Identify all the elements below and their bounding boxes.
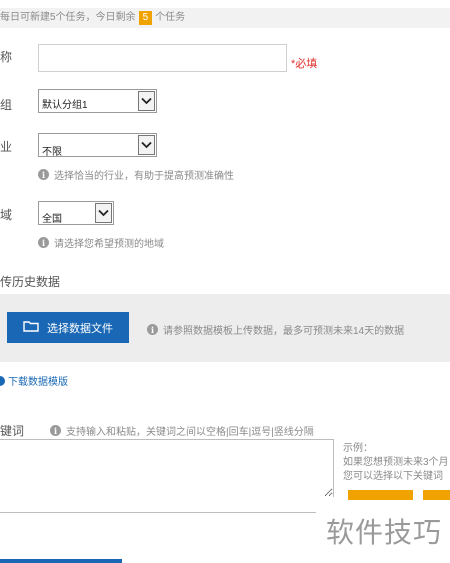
chevron-down-icon[interactable] [95,203,112,223]
region-hint-text: 请选择您希望预测的地域 [54,239,164,250]
task-name-input[interactable] [38,44,287,72]
industry-hint: i 选择恰当的行业，有助于提高预测准确性 [38,167,234,182]
example-panel: 示例： 如果您想预测未来3个月 您可以选择以下关键词 [343,442,449,484]
task-name-label: 称 [0,50,13,64]
choose-data-file-button[interactable]: 选择数据文件 [7,312,129,343]
keywords-label: 键词 [0,424,25,438]
upload-panel: 选择数据文件 i 请参照数据模板上传数据，最多可预测未来14天的数据 [0,294,450,362]
industry-label: 业 [0,140,13,154]
notice-prefix: 每日可新建5个任务，今日剩余 [0,12,136,23]
industry-selected-value: 不限 [42,147,62,158]
choose-data-file-label: 选择数据文件 [47,322,113,335]
info-icon: i [38,237,49,248]
upload-hint: i 请参照数据模板上传数据，最多可预测未来14天的数据 [147,322,404,337]
keywords-hint: i 支持输入和粘贴，关键词之间以空格|回车|逗号|竖线分隔 [50,423,314,438]
region-selected-value: 全国 [42,214,62,225]
watermark: 软件技巧 [318,508,450,554]
keywords-hint-text: 支持输入和粘贴，关键词之间以空格|回车|逗号|竖线分隔 [66,427,314,438]
example-line-1: 如果您想预测未来3个月 [343,457,449,468]
group-select[interactable]: 默认分组1 [38,89,157,113]
submit-button[interactable] [0,559,122,563]
chevron-down-icon[interactable] [138,91,155,111]
folder-icon [23,320,39,335]
upload-section-title: 传历史数据 [0,275,61,289]
notice-suffix: 个任务 [155,12,186,23]
example-line-2: 您可以选择以下关键词 [343,471,443,482]
info-icon: i [50,425,61,436]
example-keyword-chip[interactable] [423,490,450,500]
required-mark: *必填 [291,58,318,70]
bullet-icon [0,375,5,386]
example-keyword-chip[interactable] [348,490,413,500]
info-icon: i [147,324,158,335]
group-selected-value: 默认分组1 [42,100,88,111]
upload-hint-text: 请参照数据模板上传数据，最多可预测未来14天的数据 [163,326,405,337]
remaining-count-badge: 5 [138,11,153,25]
region-hint: i 请选择您希望预测的地域 [38,235,164,250]
chevron-down-icon[interactable] [138,135,155,155]
task-quota-notice: 每日可新建5个任务，今日剩余 5 个任务 [0,8,450,28]
region-label: 域 [0,208,13,222]
download-template-label: 下载数据模版 [8,377,68,388]
industry-hint-text: 选择恰当的行业，有助于提高预测准确性 [54,171,234,182]
download-template-link[interactable]: 下载数据模版 [0,373,68,388]
example-title: 示例： [343,443,373,454]
divider [0,512,316,513]
region-select[interactable]: 全国 [38,201,114,225]
group-label: 组 [0,98,13,112]
info-icon: i [38,169,49,180]
keywords-textarea[interactable] [0,439,334,497]
industry-select[interactable]: 不限 [38,133,157,158]
